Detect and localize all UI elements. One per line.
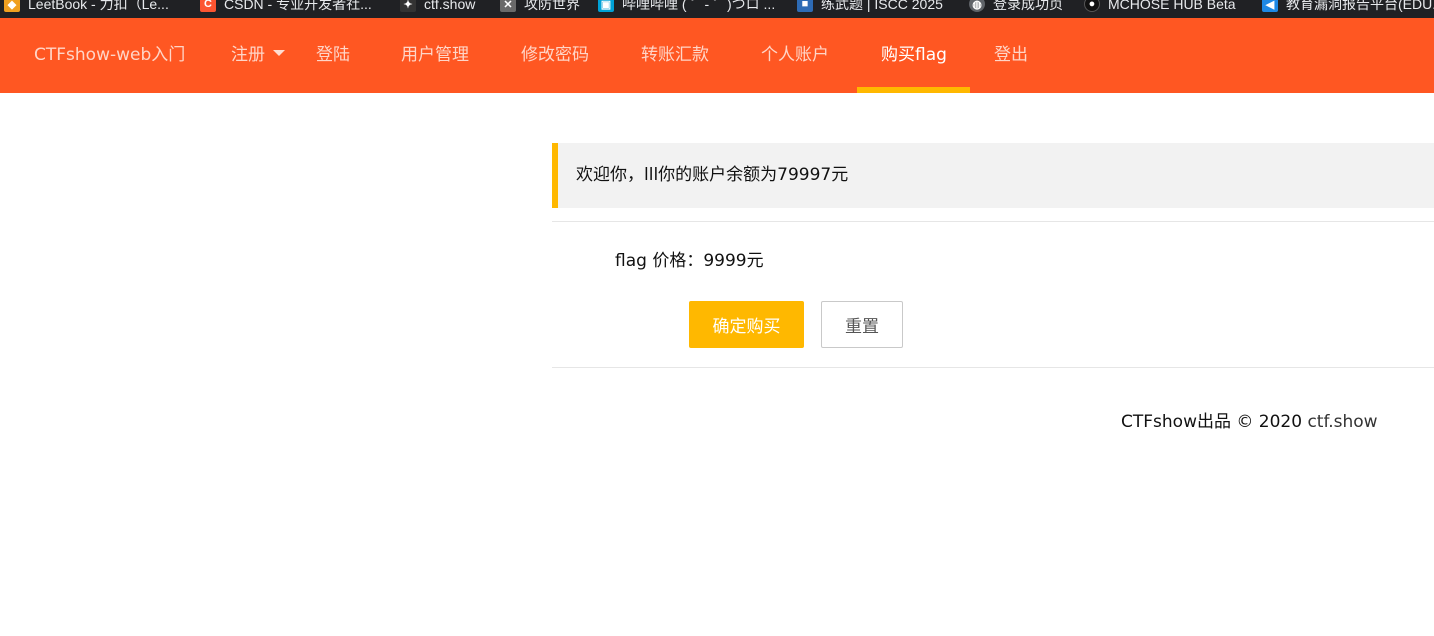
nav-item-login[interactable]: 登陆 <box>316 18 350 93</box>
footer-text: CTFshow出品 © 2020 <box>1121 412 1308 432</box>
bookmark-label: LeetBook - 力扣（Le... <box>28 0 169 12</box>
nav-item-logout[interactable]: 登出 <box>994 18 1028 93</box>
bookmark-label: 攻防世界 <box>524 0 580 12</box>
iscc-icon: ■ <box>797 0 813 12</box>
adworld-icon: ✕ <box>500 0 516 12</box>
bookmarks-bar: ◆ LeetBook - 力扣（Le... C CSDN - 专业开发者社...… <box>0 0 1434 18</box>
active-tab-indicator <box>857 87 970 93</box>
bookmark-bilibili[interactable]: ▣ 哔哩哔哩 ( ゜- ゜)つロ ... <box>598 0 775 15</box>
nav-item-buy-flag[interactable]: 购买flag <box>881 18 947 93</box>
caret-down-icon <box>273 50 285 56</box>
bookmark-ctfshow[interactable]: ✦ ctf.show <box>400 0 475 15</box>
mchose-icon: ● <box>1084 0 1100 12</box>
leetcode-icon: ◆ <box>4 0 20 12</box>
nav-item-user-management[interactable]: 用户管理 <box>401 18 469 93</box>
reset-button[interactable]: 重置 <box>821 301 903 348</box>
bookmark-label: 哔哩哔哩 ( ゜- ゜)つロ ... <box>622 0 776 12</box>
bookmark-iscc[interactable]: ■ 练武题 | ISCC 2025 <box>797 0 943 15</box>
bookmark-label: 登录成功页 <box>993 0 1063 12</box>
bookmark-label: CSDN - 专业开发者社... <box>224 0 372 12</box>
footer-link[interactable]: ctf.show <box>1307 412 1377 432</box>
bookmark-csdn[interactable]: C CSDN - 专业开发者社... <box>200 0 372 15</box>
nav-item-change-password[interactable]: 修改密码 <box>521 18 589 93</box>
bookmark-label: ctf.show <box>424 0 476 12</box>
divider <box>552 221 1434 222</box>
bookmark-login-success[interactable]: ◍ 登录成功页 <box>969 0 1063 15</box>
nav-item-label: 注册 <box>231 45 265 65</box>
nav-item-account[interactable]: 个人账户 <box>761 18 829 93</box>
divider <box>552 367 1434 368</box>
balance-notice: 欢迎你，lll你的账户余额为79997元 <box>552 143 1434 208</box>
bookmark-label: MCHOSE HUB Beta <box>1108 0 1236 12</box>
nav-item-transfer[interactable]: 转账汇款 <box>641 18 709 93</box>
bilibili-icon: ▣ <box>598 0 614 12</box>
flag-price-label: flag 价格：9999元 <box>615 251 764 271</box>
csdn-icon: C <box>200 0 216 12</box>
bookmark-label: 练武题 | ISCC 2025 <box>821 0 943 12</box>
bookmark-label: 教育漏洞报告平台(EDU... <box>1286 0 1434 12</box>
edu-icon: ◀ <box>1262 0 1278 12</box>
bookmark-edu[interactable]: ◀ 教育漏洞报告平台(EDU... <box>1262 0 1434 15</box>
bookmark-adworld[interactable]: ✕ 攻防世界 <box>500 0 580 15</box>
nav-item-register[interactable]: 注册 <box>231 18 285 93</box>
bookmark-mchose[interactable]: ● MCHOSE HUB Beta <box>1084 0 1236 15</box>
globe-icon: ◍ <box>969 0 985 12</box>
bookmark-leetbook[interactable]: ◆ LeetBook - 力扣（Le... <box>4 0 169 15</box>
nav-brand[interactable]: CTFshow-web入门 <box>34 18 185 93</box>
ctfshow-icon: ✦ <box>400 0 416 12</box>
top-nav: CTFshow-web入门 注册 登陆 用户管理 修改密码 转账汇款 个人账户 … <box>0 18 1434 93</box>
balance-notice-text: 欢迎你，lll你的账户余额为79997元 <box>576 165 849 185</box>
confirm-purchase-button[interactable]: 确定购买 <box>689 301 804 348</box>
footer: CTFshow出品 © 2020 ctf.show <box>1121 407 1378 432</box>
